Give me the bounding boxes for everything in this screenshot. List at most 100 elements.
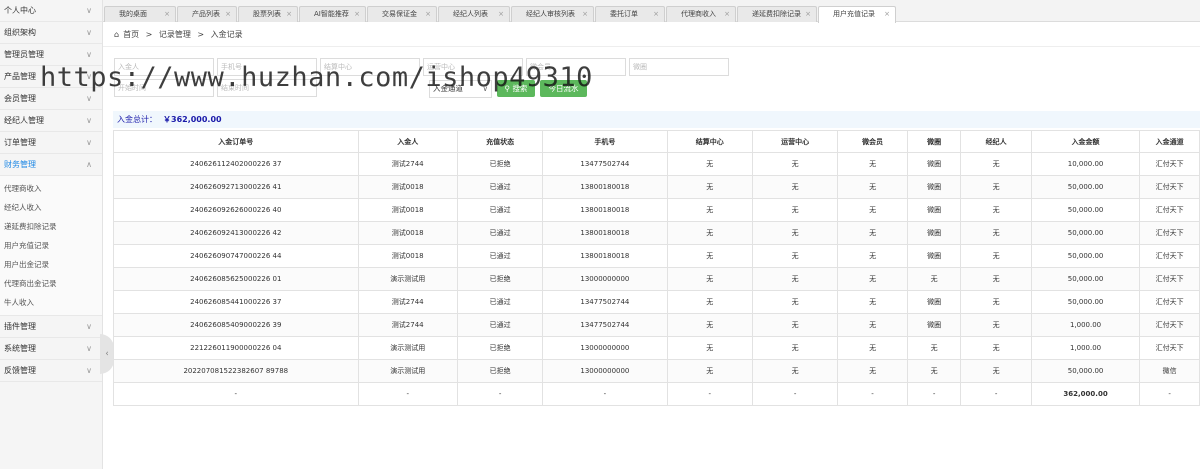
close-icon[interactable]: ×	[225, 7, 231, 22]
tab-label: 用户充值记录	[833, 10, 875, 18]
tab-7[interactable]: 委托订单 ×	[595, 6, 665, 22]
close-icon[interactable]: ×	[164, 7, 170, 22]
table-cell: 50,000.00	[1030, 175, 1141, 199]
tab-2[interactable]: 股票列表 ×	[238, 6, 298, 22]
table-cell: 无	[837, 175, 908, 199]
table-cell: 240626092413000226 42	[113, 221, 359, 245]
chevron-icon: ∨	[86, 28, 92, 37]
tab-label: 我的桌面	[119, 10, 147, 18]
table-cell: 无	[666, 244, 753, 268]
tab-8[interactable]: 代理商收入 ×	[666, 6, 736, 22]
sidebar-item-order-management[interactable]: 订单管理 ∨	[0, 132, 102, 154]
tab-5[interactable]: 经纪人列表 ×	[438, 6, 510, 22]
table-cell: 13800180018	[542, 198, 668, 222]
close-icon[interactable]: ×	[582, 7, 588, 22]
table-cell: 240626085625000226 01	[113, 267, 359, 291]
sidebar-item-label: 订单管理	[4, 138, 36, 147]
table-cell: 无	[666, 336, 753, 360]
chevron-down-icon: ∨	[86, 366, 92, 375]
table-cell: -	[113, 382, 359, 406]
tab-9[interactable]: 递延费扣除记录 ×	[737, 6, 817, 22]
sidebar-subitem[interactable]: 代理商收入	[0, 179, 102, 198]
table-cell: 无	[751, 175, 839, 199]
column-header: 充值状态	[456, 130, 544, 153]
close-icon[interactable]: ×	[354, 7, 360, 22]
column-header: 微会员	[837, 130, 908, 153]
table-cell: 240626112402000226 37	[113, 152, 359, 176]
table-row: 240626092713000226 41 测试0018 已通过 1380018001…	[113, 175, 1200, 199]
table-cell: 无	[837, 198, 908, 222]
table-cell: 无	[751, 336, 839, 360]
deposit-total-summary: 入金总计： ￥362,000.00	[113, 111, 1200, 128]
sidebar-item-finance-management[interactable]: 财务管理 ∧	[0, 154, 102, 176]
table-cell: 无	[960, 152, 1032, 176]
table-cell: 240626085441000226 37	[113, 290, 359, 314]
chevron-icon: ∨	[86, 6, 92, 15]
close-icon[interactable]: ×	[805, 7, 811, 22]
table-cell: -	[357, 382, 458, 406]
sidebar-subitem[interactable]: 牛人收入	[0, 293, 102, 312]
summary-label: 入金总计：	[117, 115, 157, 124]
tab-0[interactable]: 我的桌面 ×	[104, 6, 176, 22]
sidebar-item-plugin-management[interactable]: 插件管理 ∨	[0, 316, 102, 338]
close-icon[interactable]: ×	[884, 7, 890, 22]
table-cell: 无	[751, 221, 839, 245]
tab-bar: 我的桌面 × 产品列表 × 股票列表 × AI智能推荐 × 交易保证金 × 经纪人列表 × 经纪人审核列…	[103, 0, 1200, 23]
table-cell: 微圈	[906, 152, 962, 176]
table-cell: 无	[837, 267, 908, 291]
table-cell: 无	[751, 290, 839, 314]
tab-6[interactable]: 经纪人审核列表 ×	[511, 6, 594, 22]
table-cell: -	[837, 382, 908, 406]
table-cell: 无	[960, 244, 1032, 268]
table-cell: 已拒绝	[456, 359, 544, 383]
table-cell: 无	[751, 152, 839, 176]
tab-4[interactable]: 交易保证金 ×	[367, 6, 437, 22]
table-cell: 240626092713000226 41	[113, 175, 359, 199]
column-header: 入金金额	[1030, 130, 1141, 153]
table-cell: 已通过	[456, 175, 544, 199]
table-cell: 50,000.00	[1030, 198, 1141, 222]
table-cell: 微信	[1139, 359, 1200, 383]
table-cell: 测试0018	[357, 175, 458, 199]
table-cell: 无	[837, 359, 908, 383]
table-cell: 微圈	[906, 221, 962, 245]
micro-circle-input[interactable]: 微圈	[629, 58, 729, 76]
close-icon[interactable]: ×	[425, 7, 431, 22]
sidebar-item-feedback-management[interactable]: 反馈管理 ∨	[0, 360, 102, 382]
table-cell: 无	[751, 198, 839, 222]
table-cell: 汇付天下	[1139, 313, 1200, 337]
home-icon[interactable]: ⌂	[114, 30, 119, 39]
sidebar-item-system-management[interactable]: 系统管理 ∨	[0, 338, 102, 360]
breadcrumb-home[interactable]: 首页	[123, 30, 139, 39]
table-cell: 已通过	[456, 244, 544, 268]
sidebar-item-personal-center[interactable]: 个人中心 ∨	[0, 0, 102, 22]
tab-label: 交易保证金	[382, 10, 417, 18]
table-cell: 无	[751, 359, 839, 383]
tab-1[interactable]: 产品列表 ×	[177, 6, 237, 22]
column-header: 入金人	[357, 130, 458, 153]
table-cell: 无	[666, 290, 753, 314]
close-icon[interactable]: ×	[724, 7, 730, 22]
column-header: 结算中心	[666, 130, 753, 153]
table-cell: 已通过	[456, 198, 544, 222]
sidebar-item-org-structure[interactable]: 组织架构 ∨	[0, 22, 102, 44]
sidebar-collapse-handle[interactable]: ‹	[100, 334, 114, 374]
sidebar-subitem[interactable]: 用户出金记录	[0, 255, 102, 274]
close-icon[interactable]: ×	[653, 7, 659, 22]
tab-3[interactable]: AI智能推荐 ×	[299, 6, 366, 22]
table-row: 240626085409000226 39 测试2744 已通过 1347750274…	[113, 313, 1200, 337]
sidebar-subitem[interactable]: 递延费扣除记录	[0, 217, 102, 236]
table-cell: 1,000.00	[1030, 313, 1141, 337]
close-icon[interactable]: ×	[286, 7, 292, 22]
sidebar-item-broker-management[interactable]: 经纪人管理 ∨	[0, 110, 102, 132]
sidebar-subitem[interactable]: 经纪人收入	[0, 198, 102, 217]
sidebar-item-label: 管理员管理	[4, 50, 44, 59]
finance-submenu: 代理商收入 经纪人收入 递延费扣除记录 用户充值记录 用户出金记录 代理商出金记录 牛人收入	[0, 176, 102, 316]
table-cell: 50,000.00	[1030, 221, 1141, 245]
sidebar-subitem[interactable]: 用户充值记录	[0, 236, 102, 255]
table-cell: 汇付天下	[1139, 267, 1200, 291]
sidebar-subitem[interactable]: 代理商出金记录	[0, 274, 102, 293]
tab-label: 产品列表	[192, 10, 220, 18]
tab-10[interactable]: 用户充值记录 ×	[818, 6, 896, 23]
close-icon[interactable]: ×	[498, 7, 504, 22]
